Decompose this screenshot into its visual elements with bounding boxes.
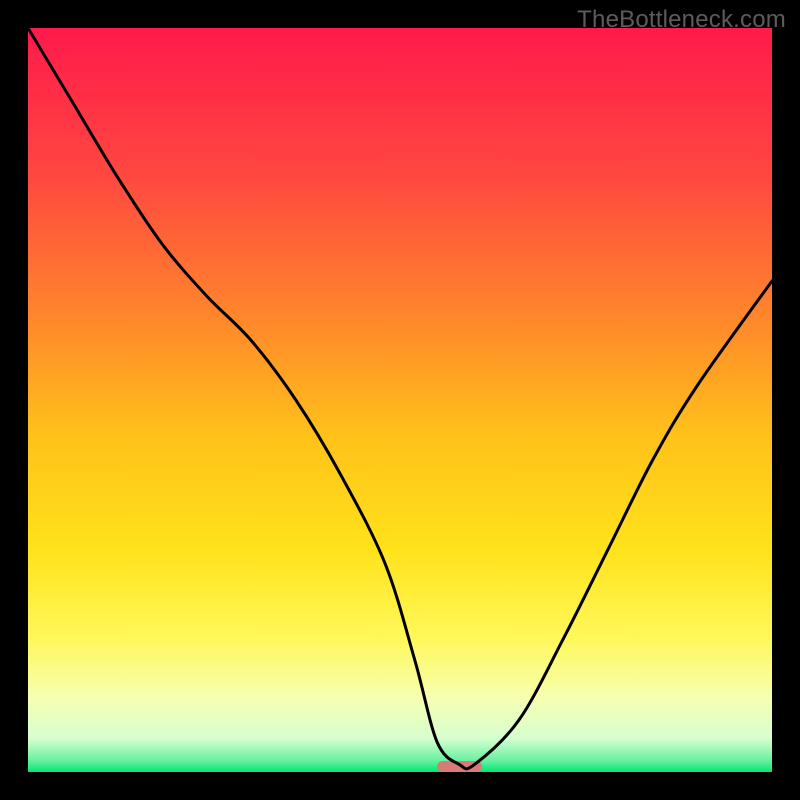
watermark-text: TheBottleneck.com [577,6,786,34]
gradient-background [28,28,772,772]
chart-plot-area [28,28,772,772]
chart-frame: TheBottleneck.com [0,0,800,800]
chart-svg [28,28,772,772]
